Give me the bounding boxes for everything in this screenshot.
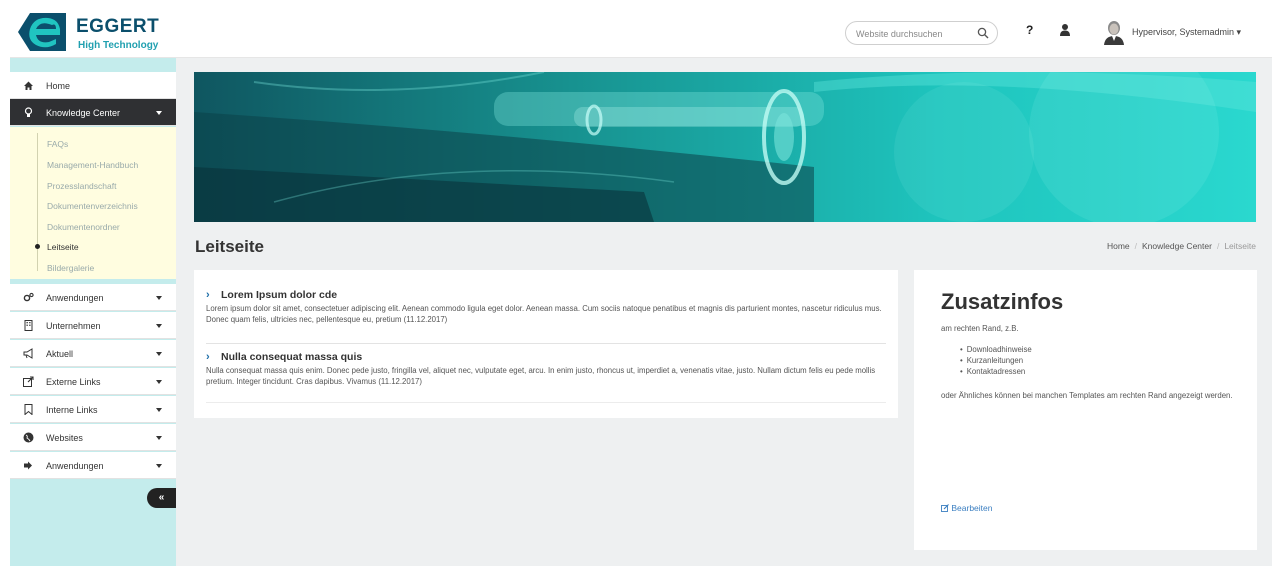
info-text: oder Ähnliches können bei manchen Templa… [941, 391, 1233, 400]
sidebar-item-aktuell[interactable]: Aktuell [10, 340, 176, 367]
content-panel: › Lorem Ipsum dolor cde Lorem ipsum dolo… [194, 270, 898, 418]
list-item: Kurzanleitungen [960, 355, 1032, 366]
chevron-down-icon [156, 408, 162, 412]
article-title[interactable]: Nulla consequat massa quis [221, 351, 362, 363]
info-subtitle: am rechten Rand, z.B. [941, 324, 1019, 333]
article-title[interactable]: Lorem Ipsum dolor cde [221, 289, 337, 301]
header-banner-image [194, 72, 1256, 222]
sign-in-icon [24, 461, 32, 470]
info-panel: Zusatzinfos am rechten Rand, z.B. Downlo… [914, 270, 1257, 550]
article-text: Lorem ipsum dolor sit amet, consectetuer… [206, 304, 882, 324]
article-text: Nulla consequat massa quis enim. Donec p… [206, 366, 876, 386]
submenu-item-faqs[interactable]: FAQs [47, 139, 68, 149]
knowledge-center-submenu: FAQs Management-Handbuch Prozesslandscha… [10, 127, 176, 279]
sidebar: Home Knowledge Center FAQs Management-Ha… [10, 58, 176, 566]
list-item: Kontaktadressen [960, 366, 1032, 377]
logo-tagline: High Technology [78, 40, 159, 51]
submenu-item-bildergalerie[interactable]: Bildergalerie [47, 263, 94, 273]
search-box [845, 21, 998, 45]
divider [206, 402, 886, 403]
sidebar-item-knowledge-center[interactable]: Knowledge Center [10, 99, 176, 126]
sidebar-item-label: Interne Links [46, 405, 98, 415]
building-icon [24, 320, 33, 331]
sidebar-item-label: Anwendungen [46, 461, 104, 471]
sidebar-item-unternehmen[interactable]: Unternehmen [10, 312, 176, 339]
edit-label: Bearbeiten [951, 503, 993, 513]
chevron-down-icon [156, 380, 162, 384]
submenu-item-dokumentenverzeichnis[interactable]: Dokumentenverzeichnis [47, 201, 138, 211]
chevron-down-icon [156, 464, 162, 468]
sidebar-item-anwendungen[interactable]: Anwendungen [10, 284, 176, 311]
chevron-down-icon [156, 324, 162, 328]
sidebar-item-label: Knowledge Center [46, 108, 121, 118]
list-item: Downloadhinweise [960, 344, 1032, 355]
cogs-icon [23, 292, 34, 302]
top-header: EGGERT High Technology ? Hypervisor, Sys… [10, 8, 1272, 58]
submenu-item-management-handbuch[interactable]: Management-Handbuch [47, 160, 138, 170]
info-title: Zusatzinfos [941, 289, 1064, 314]
main-content: Leitseite Home / Knowledge Center / Leitseit… [176, 58, 1272, 566]
edit-link[interactable]: Bearbeiten [941, 503, 993, 513]
lightbulb-icon [24, 107, 33, 117]
breadcrumb: Home / Knowledge Center / Leitseite [1107, 241, 1256, 251]
submenu-item-prozesslandschaft[interactable]: Prozesslandschaft [47, 181, 116, 191]
banner-graphic [194, 72, 1256, 222]
submenu-item-dokumentenordner[interactable]: Dokumentenordner [47, 222, 120, 232]
submenu-line [37, 133, 38, 271]
sidebar-item-externe-links[interactable]: Externe Links [10, 368, 176, 395]
user-menu[interactable]: Hypervisor, Systemadmin ▾ [1132, 27, 1241, 38]
avatar[interactable] [1103, 19, 1125, 45]
sidebar-item-interne-links[interactable]: Interne Links [10, 396, 176, 423]
chevron-right-icon: › [206, 289, 210, 301]
sidebar-item-label: Externe Links [46, 377, 101, 387]
logo-name: EGGERT [76, 16, 160, 37]
sidebar-item-label: Anwendungen [46, 293, 104, 303]
sidebar-item-label: Aktuell [46, 349, 74, 359]
sidebar-item-anwendungen-2[interactable]: Anwendungen [10, 452, 176, 479]
breadcrumb-knowledge-center[interactable]: Knowledge Center [1142, 241, 1212, 251]
sidebar-item-label: Websites [46, 433, 83, 443]
home-icon [24, 81, 33, 90]
edit-icon [941, 504, 949, 512]
search-input[interactable] [856, 26, 966, 41]
active-indicator [35, 244, 40, 249]
search-icon[interactable] [977, 27, 989, 39]
breadcrumb-separator: / [1134, 241, 1138, 251]
chevron-down-icon [156, 352, 162, 356]
sidebar-item-websites[interactable]: Websites [10, 424, 176, 451]
sidebar-collapse-button[interactable]: « [147, 488, 176, 508]
logo[interactable]: EGGERT High Technology [16, 11, 166, 55]
breadcrumb-current: Leitseite [1224, 241, 1256, 251]
submenu-item-leitseite[interactable]: Leitseite [47, 242, 79, 252]
sidebar-item-label: Home [46, 81, 71, 91]
help-icon[interactable]: ? [1026, 23, 1033, 37]
chevron-right-icon: › [206, 351, 210, 363]
external-link-icon [23, 376, 34, 387]
chevron-down-icon [156, 111, 162, 115]
divider [206, 343, 886, 344]
bullhorn-icon [23, 348, 33, 359]
sidebar-item-home[interactable]: Home [10, 72, 176, 99]
user-icon[interactable] [1059, 23, 1071, 37]
breadcrumb-home[interactable]: Home [1107, 241, 1130, 251]
breadcrumb-separator: / [1216, 241, 1220, 251]
globe-icon [23, 432, 34, 443]
chevron-down-icon [156, 296, 162, 300]
page-title: Leitseite [195, 237, 264, 256]
sidebar-item-label: Unternehmen [46, 321, 101, 331]
chevron-down-icon [156, 436, 162, 440]
bookmark-icon [24, 404, 33, 415]
info-list: Downloadhinweise Kurzanleitungen Kontakt… [960, 344, 1032, 377]
logo-icon [18, 13, 66, 51]
